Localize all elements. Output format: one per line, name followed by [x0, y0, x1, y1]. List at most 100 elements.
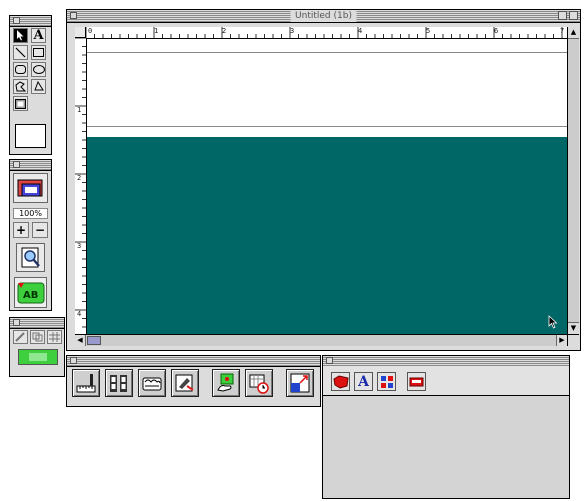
vertical-ruler[interactable]: 1 2 3 4 — [75, 38, 87, 334]
grid-icon — [49, 332, 60, 342]
minus-icon: − — [34, 223, 46, 237]
teal-rectangle[interactable] — [87, 137, 567, 334]
calendar-clock-icon — [249, 374, 269, 394]
ruler-label: 6 — [494, 27, 499, 35]
zoom-box[interactable] — [558, 11, 567, 20]
ruler-label: 3 — [290, 27, 295, 35]
zoom-out-button[interactable]: − — [32, 222, 48, 238]
ruler-label: 5 — [426, 27, 431, 35]
grid-object-button[interactable] — [377, 372, 396, 391]
ruler-label: 2 — [222, 27, 227, 35]
magnify-button[interactable] — [16, 243, 45, 272]
ruler-corner — [75, 27, 86, 38]
text-object-icon: A — [358, 373, 369, 390]
zoom-level: 100% — [13, 208, 48, 219]
film-strip-icon — [110, 375, 127, 392]
pencil-sketch-icon — [175, 374, 194, 392]
scroll-down-arrow[interactable]: ▼ — [568, 322, 579, 334]
vertical-scrollbar[interactable]: ▲ ▼ — [567, 27, 579, 334]
pattern-palette-titlebar[interactable] — [10, 318, 64, 329]
close-box[interactable] — [13, 17, 20, 24]
close-box[interactable] — [70, 12, 77, 19]
window-resize-icon — [290, 373, 310, 393]
ruler-label: 1 — [77, 106, 82, 114]
canvas[interactable] — [87, 39, 567, 334]
oval-tool[interactable] — [31, 62, 46, 77]
arrow-icon — [17, 30, 24, 41]
horizontal-ruler[interactable]: 0 1 2 3 4 5 6 7 — [86, 27, 568, 39]
scroll-up-arrow[interactable]: ▲ — [568, 27, 579, 39]
rectangle-tool[interactable] — [31, 45, 46, 60]
red-shape-icon — [332, 374, 349, 389]
canvas-top-line — [87, 52, 567, 53]
horizontal-scrollbar[interactable]: ◀ ▶ — [75, 334, 567, 346]
spell-check-icon: AB — [17, 282, 44, 303]
film-strip-button[interactable] — [105, 369, 133, 397]
ruler-tool-icon — [76, 374, 96, 393]
ruler-label: 3 — [77, 242, 82, 250]
hands-button[interactable] — [138, 369, 166, 397]
ruler-label: 4 — [77, 310, 82, 318]
ruler-tool-button[interactable] — [72, 369, 100, 397]
pattern-tool-layer[interactable] — [30, 330, 45, 344]
color-swatch[interactable] — [15, 124, 46, 148]
close-box[interactable] — [70, 357, 77, 364]
grow-box[interactable] — [567, 334, 579, 346]
collapse-box[interactable] — [569, 11, 578, 20]
hands-icon — [142, 377, 162, 391]
rounded-rect-tool[interactable] — [13, 62, 28, 77]
rectangle-icon — [33, 48, 44, 57]
polygon-tool[interactable] — [13, 79, 28, 94]
view-palette: 100% + − AB — [9, 159, 52, 311]
text-object-button[interactable]: A — [354, 372, 373, 391]
pattern-tool-grid[interactable] — [47, 330, 62, 344]
text-tool-icon: A — [33, 28, 44, 43]
calendar-clock-button[interactable] — [245, 369, 273, 397]
view-palette-titlebar[interactable] — [10, 160, 51, 171]
toolbar-buttons — [67, 366, 320, 406]
hand-plant-button[interactable] — [212, 369, 240, 397]
ruler-label: 2 — [77, 174, 82, 182]
line-tool[interactable] — [13, 45, 28, 60]
ruler-label: 1 — [154, 27, 159, 35]
lasso-icon — [34, 81, 44, 91]
pencil-sketch-button[interactable] — [171, 369, 199, 397]
text-tool[interactable]: A — [31, 28, 46, 43]
slideshow-button[interactable] — [13, 173, 48, 203]
tools-palette-titlebar[interactable] — [10, 16, 51, 27]
oval-icon — [32, 65, 45, 74]
arrow-tool[interactable] — [13, 28, 28, 43]
ruler-label: 7 — [560, 27, 565, 35]
close-box[interactable] — [13, 161, 20, 168]
scroll-right-arrow[interactable]: ▶ — [556, 335, 567, 346]
grid-object-icon — [380, 375, 393, 388]
close-box[interactable] — [326, 357, 333, 364]
pattern-palette — [9, 317, 65, 377]
hand-plant-icon — [217, 373, 234, 392]
objects-palette: A — [322, 355, 570, 499]
svg-text:AB: AB — [23, 290, 38, 301]
ruler-label: 0 — [88, 27, 93, 35]
bottom-toolbar — [66, 355, 321, 407]
media-object-button[interactable] — [407, 372, 426, 391]
line-icon — [15, 47, 26, 58]
green-pattern-swatch[interactable] — [18, 349, 58, 365]
document-titlebar[interactable]: Untitled (1b) — [67, 10, 580, 23]
objects-toolbar: A — [323, 366, 569, 396]
color-object-button[interactable] — [331, 372, 350, 391]
plus-icon: + — [15, 223, 27, 237]
polygon-icon — [15, 81, 26, 92]
window-resize-button[interactable] — [286, 369, 314, 397]
objects-content-area — [323, 396, 569, 498]
frame-tool[interactable] — [13, 96, 28, 111]
spell-check-button[interactable]: AB — [14, 277, 47, 308]
scroll-thumb[interactable] — [87, 336, 101, 345]
close-box[interactable] — [13, 319, 20, 326]
pattern-tool-link[interactable] — [13, 330, 28, 344]
arrow-cursor-icon — [548, 315, 558, 329]
lasso-tool[interactable] — [31, 79, 46, 94]
tools-palette: A — [9, 15, 52, 155]
zoom-in-button[interactable]: + — [13, 222, 29, 238]
slideshow-icon — [17, 179, 42, 197]
scroll-left-arrow[interactable]: ◀ — [75, 335, 86, 346]
